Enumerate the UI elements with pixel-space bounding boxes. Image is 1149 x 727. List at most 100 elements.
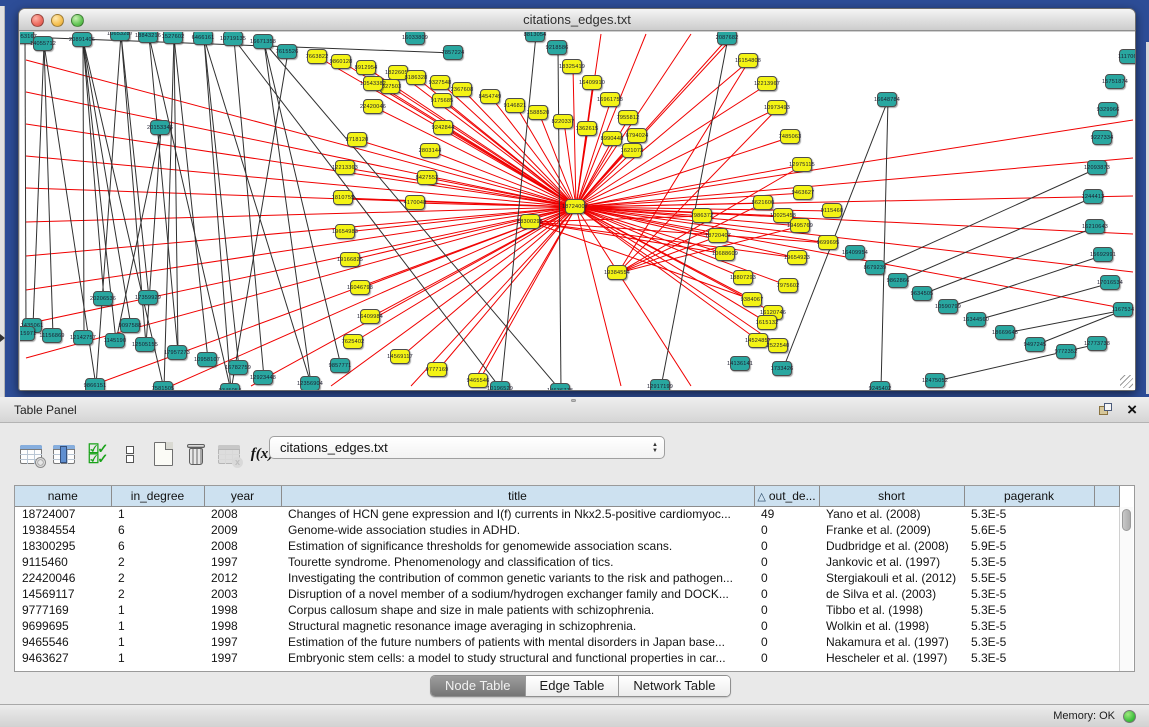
table-row[interactable]: 969969511998Structural magnetic resonanc… bbox=[15, 618, 1120, 634]
network-node[interactable]: 12142757 bbox=[73, 330, 93, 345]
table-cell[interactable]: 0 bbox=[754, 602, 819, 618]
row-height-button[interactable] bbox=[115, 439, 145, 469]
network-node[interactable]: 1145190 bbox=[105, 333, 125, 348]
network-node[interactable]: 9465546 bbox=[468, 373, 488, 388]
network-node[interactable]: 12213967 bbox=[757, 76, 777, 91]
table-cell[interactable]: Jankovic et al. (1997) bbox=[819, 554, 964, 570]
tab-edge-table[interactable]: Edge Table bbox=[526, 676, 620, 696]
network-node[interactable]: 1615132 bbox=[757, 315, 777, 330]
network-node[interactable]: 7955812 bbox=[618, 110, 638, 125]
citation-edge-black[interactable] bbox=[174, 37, 178, 353]
network-node[interactable]: 8621600 bbox=[753, 195, 773, 210]
network-node[interactable]: 1362615 bbox=[577, 121, 597, 136]
network-node[interactable]: 12923448 bbox=[253, 370, 273, 385]
network-node[interactable]: 16344560 bbox=[966, 312, 986, 327]
network-node[interactable]: 14136141 bbox=[730, 356, 750, 371]
network-node[interactable]: 19166825 bbox=[340, 252, 360, 267]
table-cell[interactable]: 0 bbox=[754, 570, 819, 586]
table-cell[interactable]: Corpus callosum shape and size in male p… bbox=[281, 602, 754, 618]
network-node[interactable]: 12213363 bbox=[335, 160, 355, 175]
network-node[interactable]: 16648784 bbox=[877, 92, 897, 107]
network-node[interactable]: 20891406 bbox=[72, 32, 92, 47]
network-node[interactable]: 11156869 bbox=[42, 328, 62, 343]
network-node[interactable]: 1621072 bbox=[622, 143, 642, 158]
table-cell[interactable]: 22420046 bbox=[15, 570, 111, 586]
network-node[interactable]: 10196529 bbox=[490, 381, 510, 390]
table-cell[interactable]: Investigating the contribution of common… bbox=[281, 570, 754, 586]
network-node[interactable]: 22420046 bbox=[363, 99, 383, 114]
table-cell[interactable]: Dudbridge et al. (2008) bbox=[819, 538, 964, 554]
table-cell[interactable]: 9699695 bbox=[15, 618, 111, 634]
network-node[interactable]: 6794024 bbox=[627, 128, 647, 143]
table-cell[interactable]: 6 bbox=[111, 522, 204, 538]
table-cell[interactable]: 0 bbox=[754, 522, 819, 538]
table-cell[interactable]: Estimation of the future numbers of pati… bbox=[281, 634, 754, 650]
table-cell[interactable]: 5.9E-5 bbox=[964, 538, 1094, 554]
table-cell[interactable]: 2003 bbox=[204, 586, 281, 602]
citation-edge-red[interactable] bbox=[576, 83, 593, 207]
network-node[interactable]: 8679239 bbox=[865, 260, 885, 275]
network-node[interactable]: 16961758 bbox=[600, 92, 620, 107]
network-node[interactable]: 16409910 bbox=[582, 75, 602, 90]
window-resize-grip[interactable] bbox=[1120, 375, 1133, 388]
network-node[interactable]: 20206536 bbox=[93, 291, 113, 306]
network-node[interactable]: 8990448 bbox=[602, 131, 622, 146]
network-node[interactable]: 8427552 bbox=[417, 170, 437, 185]
citation-edge-black[interactable] bbox=[146, 128, 161, 345]
network-node[interactable]: 9772352 bbox=[1056, 344, 1076, 359]
network-node[interactable]: 16046798 bbox=[350, 280, 370, 295]
network-node[interactable]: 1733426 bbox=[772, 361, 792, 376]
network-node[interactable]: 2367608 bbox=[452, 82, 472, 97]
network-node[interactable]: 9218586 bbox=[547, 40, 567, 55]
table-cell[interactable]: 0 bbox=[754, 634, 819, 650]
network-node[interactable]: 9115460 bbox=[822, 203, 842, 218]
table-cell[interactable]: 1998 bbox=[204, 618, 281, 634]
network-node[interactable]: 12505155 bbox=[135, 337, 155, 352]
network-node[interactable]: 10973493 bbox=[767, 100, 787, 115]
citation-edge-red[interactable] bbox=[444, 128, 576, 207]
network-node[interactable]: 9384067 bbox=[742, 292, 762, 307]
network-node[interactable]: 1527602 bbox=[163, 32, 183, 44]
network-node[interactable]: 16033809 bbox=[405, 32, 425, 45]
column-header-name[interactable]: name bbox=[15, 486, 111, 506]
network-node[interactable]: 1244413 bbox=[1083, 189, 1103, 204]
citation-edge-black[interactable] bbox=[25, 37, 26, 334]
citation-edge-red[interactable] bbox=[576, 120, 1133, 207]
network-node[interactable]: 10958107 bbox=[197, 352, 217, 367]
table-cell[interactable]: 9465546 bbox=[15, 634, 111, 650]
citation-edge-red[interactable] bbox=[411, 207, 576, 386]
table-cell[interactable]: 1997 bbox=[204, 634, 281, 650]
table-cell[interactable]: 1 bbox=[111, 506, 204, 522]
network-node[interactable]: 19654983 bbox=[335, 224, 355, 239]
table-cell[interactable]: 0 bbox=[754, 650, 819, 666]
citation-edge-black[interactable] bbox=[149, 36, 178, 353]
network-node[interactable]: 16409954 bbox=[845, 245, 865, 260]
network-node[interactable]: 9227334 bbox=[1092, 130, 1112, 145]
network-node[interactable]: 16409984 bbox=[360, 309, 380, 324]
network-node[interactable]: 10688609 bbox=[715, 246, 735, 261]
network-node[interactable]: 12093873 bbox=[1087, 160, 1107, 175]
table-cell[interactable]: Estimation of significance thresholds fo… bbox=[281, 538, 754, 554]
network-node[interactable]: 9777169 bbox=[427, 362, 447, 377]
network-node[interactable]: 9175685 bbox=[432, 93, 452, 108]
zoom-window-button[interactable] bbox=[71, 14, 84, 27]
table-cell[interactable]: 5.6E-5 bbox=[964, 522, 1094, 538]
network-node[interactable]: 10590799 bbox=[938, 299, 958, 314]
network-node[interactable]: 7581505 bbox=[153, 381, 173, 390]
table-cell[interactable]: Stergiakouli et al. (2012) bbox=[819, 570, 964, 586]
table-cell[interactable]: 1998 bbox=[204, 602, 281, 618]
network-node[interactable]: 12773738 bbox=[1087, 336, 1107, 351]
table-cell[interactable]: 49 bbox=[754, 506, 819, 522]
citation-edge-red[interactable] bbox=[576, 207, 691, 386]
network-node[interactable]: 1810755 bbox=[333, 190, 353, 205]
network-node[interactable]: 12356904 bbox=[300, 376, 320, 390]
network-node[interactable]: 9699695 bbox=[818, 235, 838, 250]
network-node[interactable]: 9862866 bbox=[888, 273, 908, 288]
citation-edge-black[interactable] bbox=[234, 39, 264, 378]
column-header-short[interactable]: short bbox=[819, 486, 964, 506]
table-cell[interactable]: Tibbo et al. (1998) bbox=[819, 602, 964, 618]
network-node[interactable]: 2718120 bbox=[347, 132, 367, 147]
network-node[interactable]: 18720407 bbox=[708, 228, 728, 243]
table-cell[interactable]: Structural magnetic resonance image aver… bbox=[281, 618, 754, 634]
network-node[interactable]: 16671358 bbox=[253, 34, 273, 49]
